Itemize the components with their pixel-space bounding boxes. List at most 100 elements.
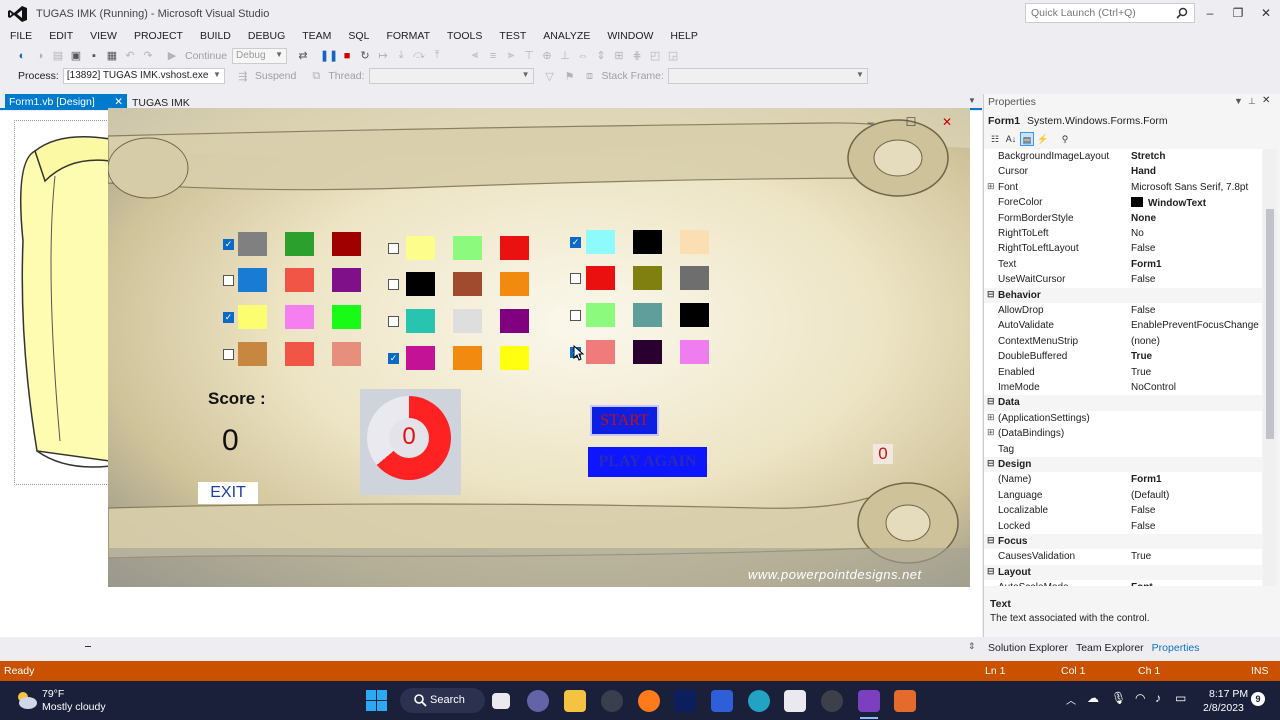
edge-icon[interactable]	[748, 690, 770, 712]
menu-view[interactable]: VIEW	[84, 30, 123, 42]
restart-icon[interactable]: ↻	[357, 48, 373, 64]
lifecycle-icon[interactable]: ⇶	[235, 68, 251, 84]
property-row[interactable]: ContextMenuStrip (none)	[984, 334, 1262, 349]
color-swatch[interactable]	[406, 309, 435, 333]
property-pages-icon[interactable]: ⚲	[1058, 132, 1072, 146]
property-value[interactable]: No	[1131, 228, 1144, 239]
property-row[interactable]: Cursor Hand	[984, 164, 1262, 179]
events-icon[interactable]: ⚡	[1036, 132, 1050, 146]
play-again-button[interactable]: PLAY AGAIN	[588, 447, 707, 477]
process-combo[interactable]: [13892] TUGAS IMK.vshost.exe ▼	[62, 68, 225, 84]
categorized-icon[interactable]: ☷	[988, 132, 1002, 146]
color-swatch[interactable]	[680, 303, 709, 327]
property-category[interactable]: ⊟ Layout	[984, 564, 1262, 581]
continue-icon[interactable]: ▶	[164, 48, 180, 64]
menu-build[interactable]: BUILD	[194, 30, 237, 42]
new-project-icon[interactable]: ▤	[50, 48, 66, 64]
maximize-button[interactable]: ❐	[1224, 4, 1252, 22]
weather-description[interactable]: Mostly cloudy	[42, 701, 106, 713]
visual-studio-code-icon[interactable]	[711, 690, 733, 712]
notification-badge[interactable]: 9	[1251, 692, 1265, 706]
color-row-checkbox[interactable]: ✓	[388, 353, 399, 364]
chevron-down-icon[interactable]: ▼	[968, 96, 976, 105]
color-swatch[interactable]	[285, 232, 314, 256]
property-row[interactable]: ⊞ (DataBindings)	[984, 426, 1262, 441]
property-value[interactable]: True	[1131, 351, 1152, 362]
expand-icon[interactable]: ⊞	[987, 427, 995, 438]
property-row[interactable]: FormBorderStyle None	[984, 211, 1262, 226]
unity-icon[interactable]	[601, 690, 623, 712]
property-row[interactable]: RightToLeftLayout False	[984, 241, 1262, 256]
color-row-checkbox[interactable]: ✓	[223, 312, 234, 323]
menu-debug[interactable]: DEBUG	[242, 30, 291, 42]
exit-button[interactable]: EXIT	[198, 482, 258, 504]
color-row-checkbox[interactable]: ✓	[570, 237, 581, 248]
disney-plus-icon[interactable]	[674, 690, 696, 712]
tab-properties[interactable]: Properties	[1152, 642, 1200, 654]
microphone-icon[interactable]: 🎙	[1111, 691, 1126, 705]
taskbar-search-button[interactable]: Search	[400, 688, 485, 713]
menu-help[interactable]: HELP	[664, 30, 703, 42]
color-swatch[interactable]	[285, 268, 314, 292]
menu-edit[interactable]: EDIT	[43, 30, 79, 42]
color-swatch[interactable]	[586, 340, 615, 364]
property-row[interactable]: Text Form1	[984, 257, 1262, 272]
weather-cloudy-icon[interactable]	[14, 689, 38, 711]
property-row[interactable]: Locked False	[984, 519, 1262, 534]
property-row[interactable]: DoubleBuffered True	[984, 349, 1262, 364]
color-swatch[interactable]	[238, 342, 267, 366]
alphabetical-icon[interactable]: A↓	[1004, 132, 1018, 146]
color-swatch[interactable]	[406, 236, 435, 260]
align-lefts-icon[interactable]: ⫷	[467, 48, 483, 64]
onedrive-icon[interactable]: ☁	[1087, 691, 1099, 705]
property-value[interactable]: True	[1131, 551, 1151, 562]
color-swatch[interactable]	[680, 266, 709, 290]
quick-launch-input[interactable]: Quick Launch (Ctrl+Q)	[1025, 3, 1195, 23]
show-next-statement-icon[interactable]: ↦	[375, 48, 391, 64]
property-category[interactable]: ⊟ Design	[984, 457, 1262, 473]
color-swatch[interactable]	[453, 346, 482, 370]
property-value[interactable]: NoControl	[1131, 382, 1176, 393]
properties-object-selector[interactable]: Form1 System.Windows.Forms.Form	[988, 115, 1168, 127]
menu-sql[interactable]: SQL	[342, 30, 375, 42]
property-row[interactable]: RightToLeft No	[984, 226, 1262, 241]
undo-icon[interactable]: ↶	[122, 48, 138, 64]
back-icon[interactable]: ◐	[14, 48, 30, 64]
property-value[interactable]: False	[1131, 305, 1155, 316]
start-button[interactable]: START	[590, 405, 659, 436]
property-category[interactable]: ⊟ Data	[984, 395, 1262, 411]
color-swatch[interactable]	[586, 230, 615, 254]
minimize-button[interactable]: –	[1196, 4, 1224, 22]
property-row[interactable]: ForeColor WindowText	[984, 195, 1262, 210]
color-swatch[interactable]	[500, 236, 529, 260]
step-out-icon[interactable]: ⤒	[429, 48, 445, 64]
color-swatch[interactable]	[633, 340, 662, 364]
property-value[interactable]: None	[1131, 213, 1156, 224]
property-value[interactable]: (Default)	[1131, 490, 1169, 501]
align-bottoms-icon[interactable]: ⊥	[557, 48, 573, 64]
color-swatch[interactable]	[285, 305, 314, 329]
send-back-icon[interactable]: ◲	[665, 48, 681, 64]
property-row[interactable]: Localizable False	[984, 503, 1262, 518]
color-swatch[interactable]	[500, 346, 529, 370]
color-swatch[interactable]	[633, 230, 662, 254]
property-value[interactable]: True	[1131, 367, 1151, 378]
bring-front-icon[interactable]: ◰	[647, 48, 663, 64]
align-tops-icon[interactable]: ⊤	[521, 48, 537, 64]
property-value[interactable]: Microsoft Sans Serif, 7.8pt	[1131, 182, 1248, 193]
winforms-app-icon[interactable]	[894, 690, 916, 712]
color-swatch[interactable]	[238, 232, 267, 256]
property-value[interactable]: EnablePreventFocusChange	[1131, 320, 1259, 331]
color-swatch[interactable]	[680, 230, 709, 254]
continue-button[interactable]: Continue	[182, 50, 230, 62]
align-rights-icon[interactable]: ⫸	[503, 48, 519, 64]
stack-frame-combo[interactable]: ▼	[667, 68, 868, 84]
file-explorer-icon[interactable]	[564, 690, 586, 712]
collapse-icon[interactable]: ⊟	[987, 535, 995, 546]
volume-icon[interactable]: ♪	[1155, 691, 1161, 705]
property-row[interactable]: AllowDrop False	[984, 303, 1262, 318]
collapse-icon[interactable]: ⊟	[987, 566, 995, 577]
chevron-up-icon[interactable]: ︿	[1066, 692, 1076, 707]
property-value[interactable]: WindowText	[1131, 197, 1206, 209]
color-swatch[interactable]	[238, 305, 267, 329]
